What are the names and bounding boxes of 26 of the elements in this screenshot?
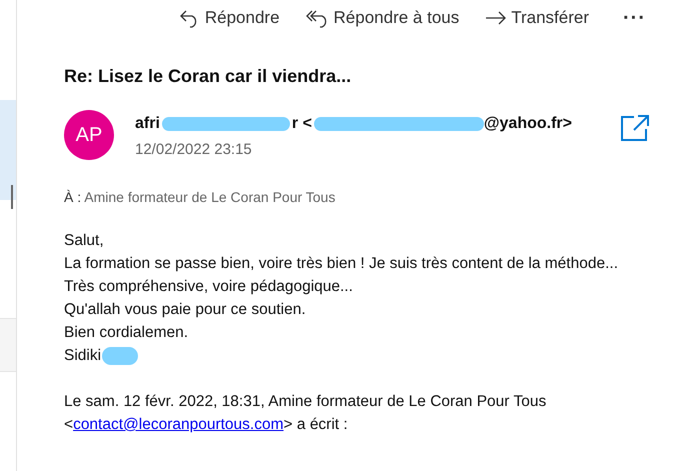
body-text: Très compréhensive, voire pédagogique... [64,277,354,297]
more-button[interactable]: ··· [623,6,646,30]
body-text: Qu'allah vous paie pour ce soutien. [64,300,307,320]
forward-icon [485,10,508,26]
reply-all-button[interactable]: Répondre à tous [306,8,460,28]
email-link[interactable]: contact@lecoranpourtous.com [73,416,284,433]
redaction-mark [102,346,138,364]
popout-icon[interactable] [620,114,650,142]
reply-button[interactable]: Répondre [178,8,280,28]
quote-text: > a écrit : [284,416,348,433]
body-text: Salut, [64,231,105,251]
signature-text: Sidiki [64,346,102,366]
sender-text: @yahoo.fr> [484,114,572,132]
quote-text: < [64,416,74,433]
sender-text: r < [292,114,312,132]
email-date: 12/02/2022 23:15 [135,140,253,158]
scrollbar-thumb [11,185,13,209]
avatar: AP [64,110,114,160]
body-text: La formation se passe bien, voire très bien ! Je suis très content de la méthode... [64,254,619,274]
body-text: Bien cordialemen. [64,323,190,343]
quote-header: Le sam. 12 févr. 2022, 18:31, Amine formateur de Le Coran Pour Tous [64,392,548,412]
recipient-name: Amine formateur de Le Coran Pour Tous [84,189,336,205]
to-label: À : [64,189,82,205]
sender-text: afri [135,114,160,132]
forward-button[interactable]: Transférer [485,8,590,28]
email-subject: Re: Lisez le Coran car il viendra... [64,66,352,87]
